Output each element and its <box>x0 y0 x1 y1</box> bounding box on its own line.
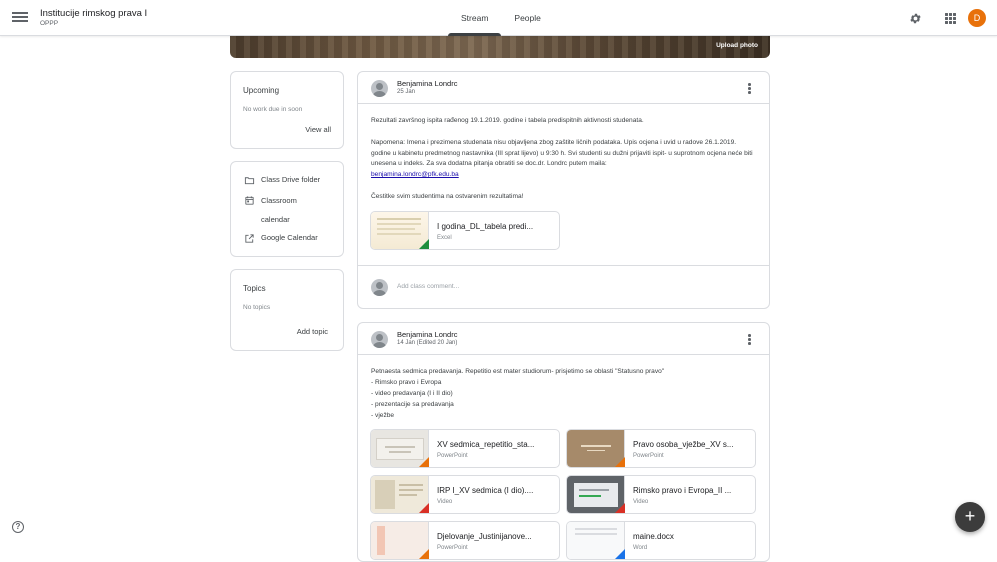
divider <box>358 103 769 104</box>
attachment-name: Djelovanje_Justinijanove... <box>437 532 532 541</box>
author-avatar <box>371 331 388 348</box>
classroom-calendar-link[interactable]: Classroom calendar <box>244 195 297 229</box>
attachment-name: I godina_DL_tabela predi... <box>437 222 534 231</box>
google-calendar-label: Google Calendar <box>261 233 318 242</box>
post-text-line: Petnaesta sedmica predavanja. Repetitio … <box>371 368 665 375</box>
stream-post: Benjamina Londrc 14 Jan (Edited 20 Jan) … <box>357 322 770 562</box>
class-section: OPPP <box>40 20 59 27</box>
calendar-icon <box>245 196 254 205</box>
attachment-name: XV sedmica_repetitio_sta... <box>437 440 535 449</box>
view-all-link[interactable]: View all <box>305 125 331 134</box>
post-date: 25 Jan <box>397 89 416 95</box>
post-text-line: - vježbe <box>371 412 395 419</box>
topics-card: Topics No topics Add topic <box>230 269 344 351</box>
attachment-name: maine.docx <box>633 532 674 541</box>
post-text-line: Čestitke svim studentima na ostvarenim r… <box>371 193 524 200</box>
commenter-avatar <box>371 279 388 296</box>
attachment-card[interactable]: XV sedmica_repetitio_sta... PowerPoint <box>370 429 560 468</box>
attachment-type: PowerPoint <box>633 453 664 459</box>
attachment-card[interactable]: I godina_DL_tabela predi... Excel <box>370 211 560 250</box>
post-text-line: Rezultati završnog ispita rađenog 19.1.2… <box>371 117 644 124</box>
create-fab-button[interactable]: + <box>955 502 985 532</box>
upcoming-card: Upcoming No work due in soon View all <box>230 71 344 149</box>
class-banner: Upload photo <box>230 36 770 58</box>
class-links-card: Class Drive folder Classroom calendar Go… <box>230 161 344 257</box>
divider <box>358 265 769 266</box>
folder-icon <box>244 177 255 185</box>
attachment-card[interactable]: Djelovanje_Justinijanove... PowerPoint <box>370 521 560 560</box>
post-more-options-icon[interactable] <box>748 83 751 95</box>
attachment-type: Video <box>437 499 453 505</box>
top-app-bar: Institucije rimskog prava I OPPP Stream … <box>0 0 997 36</box>
classroom-calendar-label-1: Classroom <box>261 196 297 205</box>
attachment-card[interactable]: maine.docx Word <box>566 521 756 560</box>
help-icon[interactable]: ? <box>12 521 24 533</box>
file-type-corner <box>419 239 429 249</box>
attachment-name: Rimsko pravo i Evropa_II ... <box>633 486 732 495</box>
google-calendar-link[interactable]: Google Calendar <box>244 233 318 244</box>
attachment-name: Pravo osoba_vježbe_XV s... <box>633 440 734 449</box>
class-drive-folder-label: Class Drive folder <box>261 175 321 184</box>
topics-title: Topics <box>243 284 266 293</box>
tab-stream[interactable]: Stream <box>448 0 502 36</box>
post-date: 14 Jan (Edited 20 Jan) <box>397 340 458 346</box>
file-type-corner <box>615 457 625 467</box>
upload-photo-link[interactable]: Upload photo <box>716 42 758 49</box>
class-title-block[interactable]: Institucije rimskog prava I OPPP <box>40 8 147 27</box>
tab-people[interactable]: People <box>501 0 553 36</box>
attachment-type: Word <box>633 545 648 551</box>
open-in-new-icon <box>245 234 254 243</box>
attachment-name: IRP I_XV sedmica (I dio).... <box>437 486 534 495</box>
attachment-card[interactable]: Pravo osoba_vježbe_XV s... PowerPoint <box>566 429 756 468</box>
post-text-line: - Rimsko pravo i Evropa <box>371 379 442 386</box>
post-text-paragraph: Napomena: Imena i prezimena studenata ni… <box>371 139 753 168</box>
stream-post: Benjamina Londrc 25 Jan Rezultati završn… <box>357 71 770 309</box>
google-apps-grid-icon[interactable] <box>945 13 956 24</box>
upcoming-title: Upcoming <box>243 86 280 95</box>
post-more-options-icon[interactable] <box>748 334 751 346</box>
post-author: Benjamina Londrc <box>397 330 458 339</box>
file-type-corner <box>615 503 625 513</box>
post-text-line: - prezentacije sa predavanja <box>371 401 454 408</box>
file-type-corner <box>419 457 429 467</box>
file-type-corner <box>615 549 625 559</box>
upcoming-empty-text: No work due in soon <box>243 106 303 113</box>
account-avatar[interactable]: D <box>968 9 986 27</box>
add-class-comment-input[interactable]: Add class comment... <box>397 283 747 293</box>
divider <box>358 354 769 355</box>
attachment-type: PowerPoint <box>437 545 468 551</box>
main-menu-icon[interactable] <box>12 10 28 26</box>
class-drive-folder-link[interactable]: Class Drive folder <box>244 175 320 186</box>
file-type-corner <box>419 503 429 513</box>
post-text-line: - video predavanja (I i II dio) <box>371 390 453 397</box>
attachment-card[interactable]: IRP I_XV sedmica (I dio).... Video <box>370 475 560 514</box>
attachment-card[interactable]: Rimsko pravo i Evropa_II ... Video <box>566 475 756 514</box>
add-topic-link[interactable]: Add topic <box>297 327 328 336</box>
attachment-type: PowerPoint <box>437 453 468 459</box>
author-avatar <box>371 80 388 97</box>
attachment-type: Excel <box>437 235 452 241</box>
classroom-calendar-label-2: calendar <box>261 215 290 224</box>
class-name: Institucije rimskog prava I <box>40 8 148 19</box>
attachment-type: Video <box>633 499 649 505</box>
post-author: Benjamina Londrc <box>397 79 458 88</box>
topics-empty-text: No topics <box>243 304 271 311</box>
settings-gear-icon[interactable] <box>909 12 922 25</box>
email-link[interactable]: benjamina.londrc@pfk.edu.ba <box>371 171 459 178</box>
file-type-corner <box>419 549 429 559</box>
class-tabs: Stream People <box>448 0 554 36</box>
